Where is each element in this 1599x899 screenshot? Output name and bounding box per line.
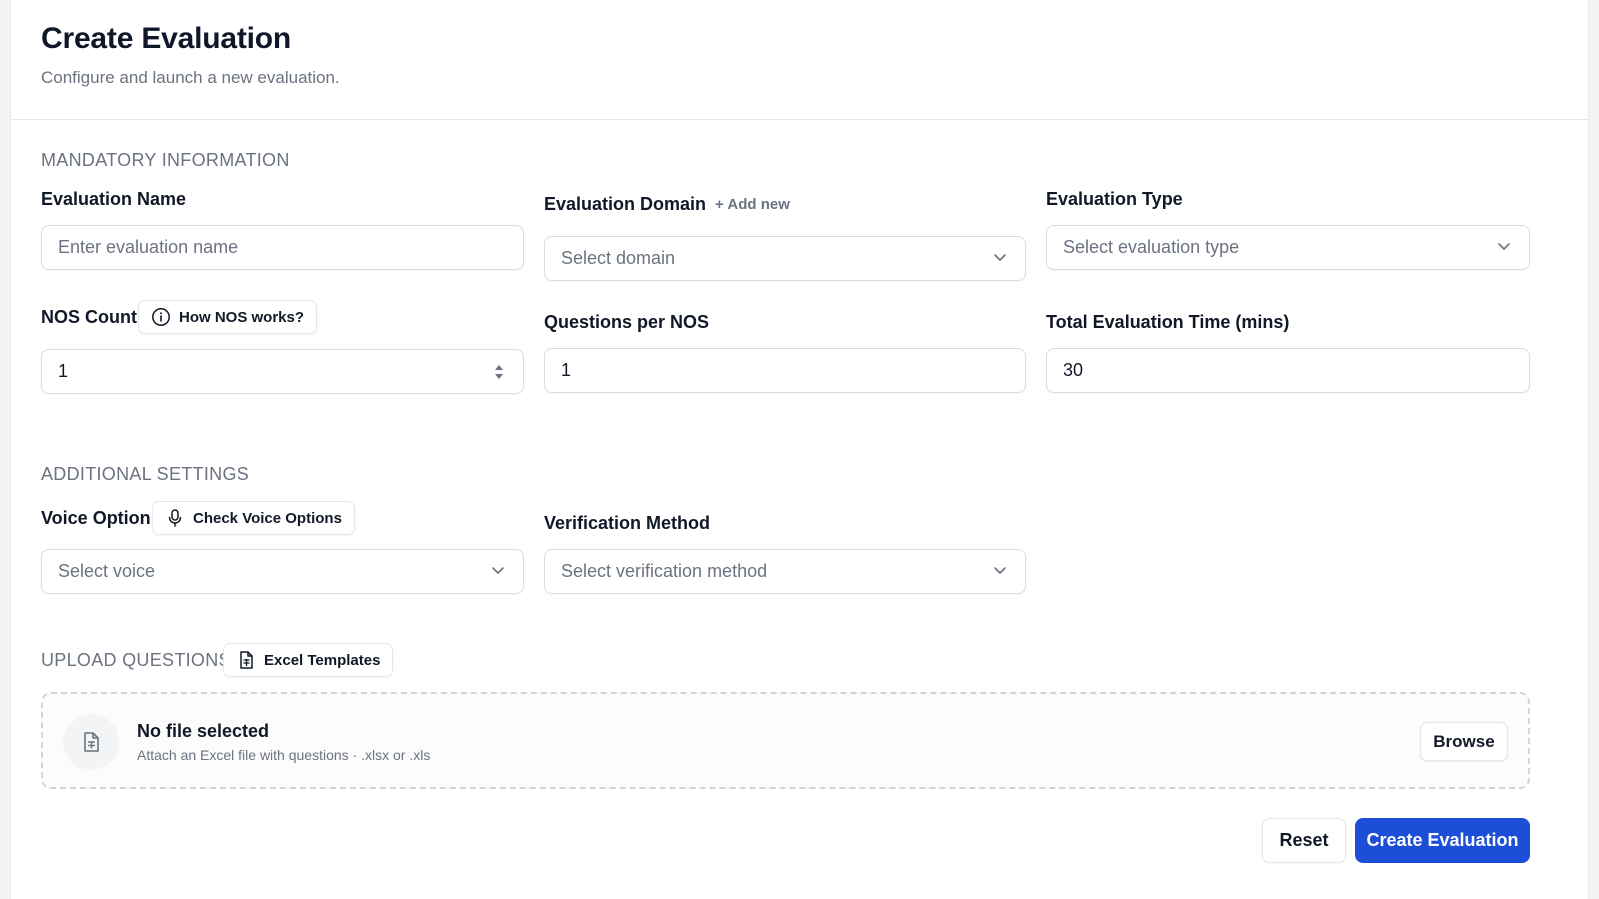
- file-status-title: No file selected: [137, 721, 270, 741]
- evaluation-type-label: Evaluation Type: [1046, 189, 1183, 209]
- create-evaluation-button[interactable]: Create Evaluation: [1355, 818, 1530, 863]
- excel-templates-label: Excel Templates: [264, 651, 381, 669]
- excel-templates-button[interactable]: Excel Templates: [223, 643, 394, 677]
- evaluation-name-field[interactable]: [41, 225, 524, 270]
- browse-button[interactable]: Browse: [1420, 722, 1508, 761]
- voice-option-placeholder: Select voice: [58, 561, 156, 581]
- evaluation-name-input[interactable]: [58, 237, 523, 258]
- file-dropzone[interactable]: No file selected Attach an Excel file wi…: [41, 692, 1530, 789]
- questions-per-nos-value: 1: [561, 360, 572, 380]
- file-icon-container: [63, 714, 119, 770]
- evaluation-type-select[interactable]: Select evaluation type: [1046, 225, 1530, 270]
- questions-per-nos-input[interactable]: 1: [544, 348, 1026, 393]
- voice-option-select[interactable]: Select voice: [41, 549, 524, 594]
- chevron-down-icon: [492, 566, 504, 574]
- microphone-icon: [168, 509, 182, 527]
- how-nos-works-label: How NOS works?: [179, 308, 305, 326]
- page-header: Create Evaluation Configure and launch a…: [11, 0, 1588, 120]
- add-new-domain-link[interactable]: + Add new: [715, 196, 790, 213]
- questions-per-nos-label: Questions per NOS: [544, 312, 710, 332]
- file-icon: [84, 732, 99, 752]
- file-status-description: Attach an Excel file with questions · .x…: [137, 747, 431, 763]
- stepper-icon[interactable]: [493, 361, 505, 383]
- file-spreadsheet-icon: [240, 651, 253, 669]
- reset-button[interactable]: Reset: [1262, 818, 1346, 863]
- section-title-upload: UPLOAD QUESTIONS: [41, 650, 231, 670]
- verification-method-label: Verification Method: [544, 513, 711, 533]
- create-evaluation-card: Create Evaluation Configure and launch a…: [10, 0, 1589, 899]
- section-title-mandatory: MANDATORY INFORMATION: [41, 150, 290, 170]
- evaluation-domain-placeholder: Select domain: [561, 248, 676, 268]
- page-subtitle: Configure and launch a new evaluation.: [41, 68, 340, 87]
- chevron-down-icon: [994, 566, 1006, 574]
- evaluation-name-label: Evaluation Name: [41, 189, 187, 209]
- check-voice-options-label: Check Voice Options: [193, 509, 342, 527]
- verification-method-select[interactable]: Select verification method: [544, 549, 1026, 594]
- how-nos-works-button[interactable]: How NOS works?: [138, 300, 318, 334]
- nos-count-label: NOS Count: [41, 307, 137, 327]
- section-title-additional: ADDITIONAL SETTINGS: [41, 464, 250, 484]
- nos-count-value: 1: [58, 361, 69, 381]
- page-title: Create Evaluation: [41, 22, 292, 55]
- info-icon: [152, 308, 170, 326]
- total-time-label: Total Evaluation Time (mins): [1046, 312, 1290, 332]
- voice-option-label: Voice Option: [41, 508, 151, 528]
- chevron-down-icon: [1498, 242, 1510, 250]
- evaluation-type-placeholder: Select evaluation type: [1063, 237, 1240, 257]
- total-time-input[interactable]: 30: [1046, 348, 1530, 393]
- evaluation-domain-select[interactable]: Select domain: [544, 236, 1026, 281]
- evaluation-domain-label: Evaluation Domain: [544, 194, 707, 214]
- total-time-value: 30: [1063, 360, 1084, 380]
- nos-count-input[interactable]: 1: [41, 349, 524, 394]
- check-voice-options-button[interactable]: Check Voice Options: [152, 501, 355, 535]
- chevron-down-icon: [994, 253, 1006, 261]
- verification-method-placeholder: Select verification method: [561, 561, 768, 581]
